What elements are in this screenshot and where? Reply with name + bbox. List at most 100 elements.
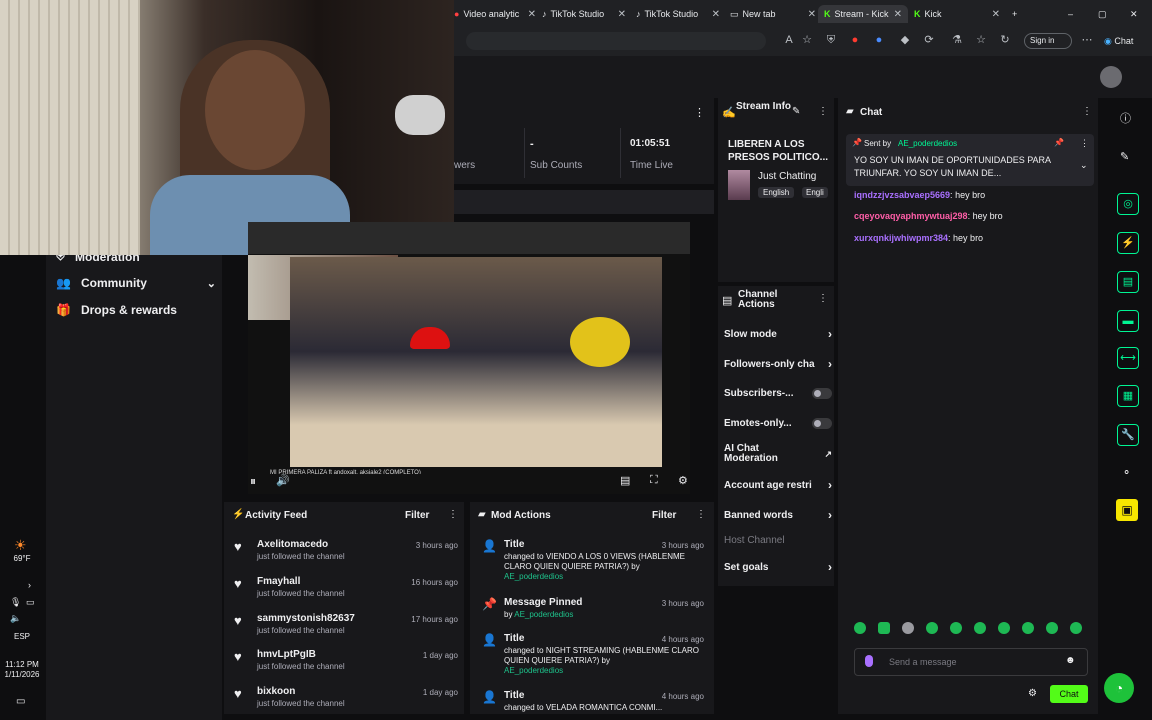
follower-name[interactable]: Axelitomacedo: [257, 539, 328, 550]
kebab-menu-icon[interactable]: ⋮: [694, 106, 705, 119]
chat-username[interactable]: iqndzzjvzsabvaep5669: [854, 190, 950, 200]
more-menu-icon[interactable]: ⋯: [1080, 33, 1094, 47]
emote-icon[interactable]: [902, 622, 914, 634]
browser-tab-active[interactable]: K Stream - Kick ✕: [818, 5, 908, 23]
history-icon[interactable]: ↻: [998, 33, 1012, 47]
minimize-icon[interactable]: –: [1068, 5, 1080, 23]
mic-icon[interactable]: 🎙: [10, 597, 21, 608]
avatar[interactable]: [1100, 66, 1122, 88]
follower-name[interactable]: bixkoon: [257, 686, 295, 697]
bookmark-star-icon[interactable]: ☆: [800, 33, 814, 47]
translate-icon[interactable]: A: [782, 33, 796, 47]
emote-icon[interactable]: [1022, 622, 1034, 634]
account-age-row[interactable]: Account age restri ›: [724, 478, 832, 492]
fullscreen-icon[interactable]: ⛶: [650, 474, 658, 487]
info-icon[interactable]: ⓘ: [1120, 110, 1131, 126]
browser-tab[interactable]: ♪ TikTok Studio ✕: [636, 5, 720, 23]
tag-chip[interactable]: English: [758, 187, 795, 198]
emote-icon[interactable]: [854, 622, 866, 634]
list-item[interactable]: 👤 Title 4 hours ago changed to VELADA ROMAN…: [478, 690, 708, 714]
kebab-menu-icon[interactable]: ⋮: [818, 293, 828, 304]
emote-icon[interactable]: [950, 622, 962, 634]
chevron-down-icon[interactable]: ⌄: [1080, 160, 1088, 171]
emote-icon[interactable]: [926, 622, 938, 634]
refresh-icon[interactable]: ⟳: [922, 33, 936, 47]
kebab-menu-icon[interactable]: ⋮: [448, 509, 458, 520]
browser-tab[interactable]: ● Video analytic ✕: [454, 5, 536, 23]
document-icon[interactable]: ▤: [1117, 271, 1139, 293]
chevron-right-icon[interactable]: ›: [28, 580, 31, 590]
subscribers-only-row[interactable]: Subscribers-...: [724, 388, 832, 399]
followers-only-row[interactable]: Followers-only cha ›: [724, 357, 832, 371]
set-goals-row[interactable]: Set goals ›: [724, 560, 832, 574]
new-tab-icon[interactable]: +: [1012, 5, 1026, 23]
speaker-icon[interactable]: 🔈: [10, 613, 21, 624]
volume-icon[interactable]: 🔊: [276, 474, 290, 487]
slow-mode-row[interactable]: Slow mode ›: [724, 327, 832, 341]
unpin-icon[interactable]: 📌: [1054, 138, 1064, 147]
wrench-icon[interactable]: 🔧: [1117, 424, 1139, 446]
emote-icon[interactable]: [1070, 622, 1082, 634]
support-chat-icon[interactable]: ◔: [1104, 673, 1134, 703]
settings-gear-icon[interactable]: ⚙: [1028, 688, 1037, 699]
browser-tab[interactable]: K Kick ✕: [914, 5, 1000, 23]
notifications-icon[interactable]: ▭: [16, 696, 25, 707]
ai-chat-moderation-row[interactable]: AI Chat Moderation ↗: [724, 444, 832, 464]
emotes-toggle[interactable]: [812, 418, 832, 429]
extension-icon[interactable]: ⚗: [950, 33, 964, 47]
follower-name[interactable]: Fmayhall: [257, 576, 300, 587]
chat-username[interactable]: xurxqnkijwhiwpmr384: [854, 233, 948, 243]
extension-icon[interactable]: ●: [848, 33, 862, 47]
browser-tab[interactable]: ♪ TikTok Studio ✕: [542, 5, 626, 23]
address-bar[interactable]: [466, 32, 766, 50]
extension-icon[interactable]: ●: [872, 33, 886, 47]
clapper-icon[interactable]: ▣: [1116, 499, 1138, 521]
lightning-icon[interactable]: ⚡: [1117, 232, 1139, 254]
sidebar-item-community[interactable]: 👥 Community ⌄: [56, 276, 216, 290]
video-preview[interactable]: MI PRIMERA PALIZA ft andoxalt, aksiale2 …: [248, 222, 690, 494]
favorites-icon[interactable]: ☆: [974, 33, 988, 47]
close-window-icon[interactable]: ✕: [1130, 5, 1142, 23]
clip-icon[interactable]: ▤: [620, 474, 630, 487]
language-indicator[interactable]: ESP: [0, 632, 44, 641]
pinned-user[interactable]: AE_poderdedios: [898, 139, 957, 148]
kebab-menu-icon[interactable]: ⋮: [818, 106, 828, 117]
mod-user[interactable]: AE_poderdedios: [504, 572, 563, 581]
banned-words-row[interactable]: Banned words ›: [724, 508, 832, 522]
pause-icon[interactable]: ⏸: [250, 474, 256, 489]
display-icon[interactable]: ▭: [26, 597, 35, 608]
settings-gear-icon[interactable]: ⚙: [678, 474, 688, 487]
shield-icon[interactable]: ⛨: [824, 33, 838, 47]
emote-icon[interactable]: [998, 622, 1010, 634]
filter-button[interactable]: Filter: [405, 510, 429, 521]
send-chat-button[interactable]: Chat: [1050, 685, 1088, 703]
chat-username[interactable]: cqeyovaqyaphmywtuaj298: [854, 211, 968, 221]
copilot-chat-button[interactable]: ◉ Chat: [1104, 33, 1148, 49]
chat-input[interactable]: Send a message ☻: [854, 648, 1088, 676]
maximize-icon[interactable]: ▢: [1098, 5, 1110, 23]
edit-icon[interactable]: ✎: [792, 106, 800, 117]
sidebar-item-drops-rewards[interactable]: 🎁 Drops & rewards: [56, 303, 216, 317]
follower-name[interactable]: sammystonish82637: [257, 613, 355, 624]
kebab-menu-icon[interactable]: ⋮: [1080, 138, 1089, 149]
kebab-menu-icon[interactable]: ⋮: [1082, 106, 1092, 117]
subscribers-toggle[interactable]: [812, 388, 832, 399]
emote-icon[interactable]: [974, 622, 986, 634]
mod-user[interactable]: AE_poderdedios: [504, 666, 563, 675]
emote-icon[interactable]: [878, 622, 890, 634]
follower-name[interactable]: hmvLptPgIB: [257, 649, 316, 660]
share-icon[interactable]: ⚬: [1122, 466, 1131, 479]
chat-icon[interactable]: ▬: [1117, 310, 1139, 332]
camera-icon[interactable]: ◎: [1117, 193, 1139, 215]
tag-chip[interactable]: Engli: [802, 187, 828, 198]
kebab-menu-icon[interactable]: ⋮: [696, 509, 706, 520]
layout-icon[interactable]: ▦: [1117, 385, 1139, 407]
emote-icon[interactable]: [1046, 622, 1058, 634]
filter-button[interactable]: Filter: [652, 510, 676, 521]
emotes-only-row[interactable]: Emotes-only...: [724, 418, 832, 429]
sign-in-button[interactable]: Sign in: [1024, 33, 1072, 49]
browser-tab[interactable]: ▭ New tab ✕: [730, 5, 816, 23]
edit-icon[interactable]: ✎: [1120, 150, 1129, 163]
extension-icon[interactable]: ◆: [898, 33, 912, 47]
link-icon[interactable]: ⟷: [1117, 347, 1139, 369]
